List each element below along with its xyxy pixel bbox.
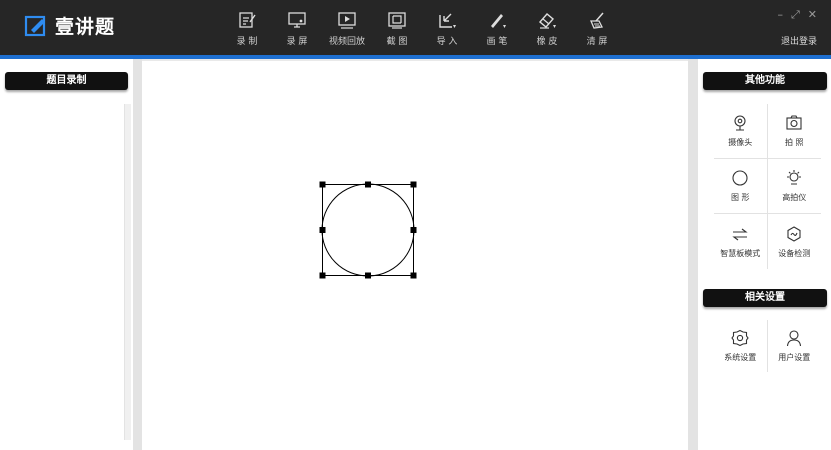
maximize-icon[interactable]: ⤢ [791, 8, 800, 22]
clear-screen-button[interactable]: 清 屏 [572, 10, 622, 47]
left-panel [0, 59, 133, 450]
drawing-canvas[interactable] [142, 61, 688, 450]
resize-handle-ne[interactable] [410, 181, 417, 188]
shape-label: 图 形 [730, 193, 750, 202]
resize-handle-se[interactable] [410, 272, 417, 279]
smart-board-icon [732, 228, 748, 240]
device-check-button[interactable]: 设备检测 [768, 214, 822, 269]
device-check-label: 设备检测 [778, 248, 811, 258]
video-playback-label: 视频回放 [328, 37, 365, 47]
user-icon [787, 330, 802, 347]
screen-record-button[interactable]: 录 屏 [272, 10, 322, 47]
left-panel-header: 题目录制 [5, 72, 128, 90]
canvas-drawing [319, 181, 417, 279]
app-logo: 壹讲题 [24, 12, 115, 39]
resize-handle-e[interactable] [410, 227, 417, 233]
logo-icon [24, 15, 46, 36]
photo-button[interactable]: 拍 照 [767, 104, 821, 159]
top-toolbar: 壹讲题 录 制 录 屏 视频回放 截 图 导 入 画 笔 橡 皮 清 屏 – ⤢… [0, 0, 831, 55]
eraser-button[interactable]: 橡 皮 [522, 10, 572, 47]
system-settings-button[interactable]: 系统设置 [714, 320, 768, 372]
other-functions-header: 其他功能 [703, 72, 827, 90]
document-camera-label: 高拍仪 [782, 193, 807, 202]
import-icon [439, 13, 456, 28]
circle-shape[interactable] [321, 183, 415, 277]
settings-gear-icon [731, 329, 749, 347]
video-playback-icon [338, 12, 356, 29]
record-button[interactable]: 录 制 [222, 10, 272, 47]
settings-grid: 系统设置 用户设置 [714, 320, 821, 372]
photo-icon [786, 115, 802, 130]
pen-icon [491, 14, 506, 28]
logout-link[interactable]: 退出登录 [781, 34, 817, 47]
screen-record-icon [288, 12, 306, 28]
resize-handle-s[interactable] [365, 272, 371, 279]
right-gutter [688, 59, 698, 450]
selected-circle-shape[interactable] [319, 181, 417, 279]
left-gutter [133, 59, 142, 450]
resize-handle-w[interactable] [319, 227, 326, 233]
user-settings-button[interactable]: 用户设置 [768, 320, 822, 372]
close-icon[interactable]: ✕ [808, 8, 817, 22]
resize-handle-n[interactable] [365, 181, 371, 188]
camera-label: 摄像头 [728, 138, 753, 147]
document-camera-icon [787, 170, 802, 185]
settings-header: 相关设置 [703, 289, 827, 307]
window-controls: – ⤢ ✕ [777, 8, 817, 22]
device-check-icon [787, 225, 801, 242]
eraser-icon [539, 13, 556, 29]
system-settings-label: 系统设置 [724, 353, 757, 362]
shape-button[interactable]: 图 形 [714, 159, 768, 214]
eraser-label: 橡 皮 [536, 37, 558, 47]
smart-board-label: 智慧板模式 [720, 248, 761, 258]
clear-screen-label: 清 屏 [586, 37, 608, 47]
minimize-icon[interactable]: – [777, 8, 783, 22]
document-camera-button[interactable]: 高拍仪 [767, 159, 821, 214]
tool-group: 录 制 录 屏 视频回放 截 图 导 入 画 笔 橡 皮 清 屏 [222, 10, 622, 47]
camera-button[interactable]: 摄像头 [714, 104, 768, 159]
video-playback-button[interactable]: 视频回放 [322, 10, 372, 47]
record-label: 录 制 [236, 37, 258, 47]
shape-icon [732, 170, 748, 186]
import-button[interactable]: 导 入 [422, 10, 472, 47]
photo-label: 拍 照 [784, 138, 804, 147]
camera-icon [734, 115, 746, 131]
import-label: 导 入 [436, 37, 458, 47]
screenshot-icon [388, 12, 406, 29]
other-functions-grid: 摄像头 拍 照 图 形 高拍仪 智慧板模式 设备检测 [714, 104, 821, 269]
clear-screen-icon [590, 12, 604, 29]
screen-record-label: 录 屏 [286, 37, 308, 47]
selection-box [322, 184, 414, 276]
pen-button[interactable]: 画 笔 [472, 10, 522, 47]
resize-handle-sw[interactable] [319, 272, 326, 279]
smart-board-button[interactable]: 智慧板模式 [714, 214, 768, 269]
user-settings-label: 用户设置 [778, 353, 811, 362]
pen-label: 画 笔 [486, 37, 508, 47]
left-scrollbar[interactable] [124, 104, 131, 440]
resize-handle-nw[interactable] [319, 181, 326, 188]
screenshot-button[interactable]: 截 图 [372, 10, 422, 47]
app-title: 壹讲题 [55, 16, 116, 38]
screenshot-label: 截 图 [386, 37, 408, 47]
record-icon [239, 12, 256, 28]
